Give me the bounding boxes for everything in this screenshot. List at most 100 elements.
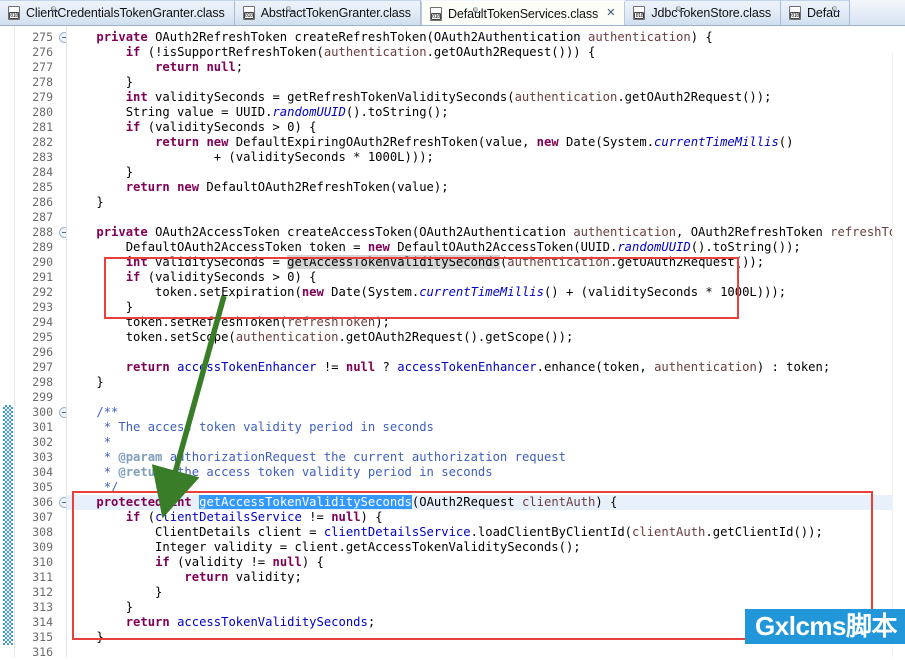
- code-line[interactable]: *: [67, 435, 111, 450]
- line-number: 307: [32, 510, 53, 524]
- code-line[interactable]: }: [67, 600, 133, 615]
- code-line[interactable]: Integer validity = client.getAccessToken…: [67, 540, 581, 555]
- line-number: 310: [32, 555, 53, 569]
- editor-tab-label: DefaultTokenServices.class: [447, 6, 599, 21]
- line-number-gutter: 275 276 277 278 279 280 281 282 283 284 285 286 287 2…: [15, 26, 70, 660]
- line-number: 289: [32, 240, 53, 254]
- editor-tab-4[interactable]: 010 Defau: [781, 0, 850, 25]
- code-line[interactable]: return validity;: [67, 570, 301, 585]
- code-line[interactable]: int validitySeconds = getRefreshTokenVal…: [67, 90, 772, 105]
- class-file-icon: 010: [788, 6, 840, 20]
- line-number: 296: [32, 345, 53, 359]
- code-line[interactable]: ClientDetails client = clientDetailsServ…: [67, 525, 823, 540]
- line-number: 286: [32, 195, 53, 209]
- line-number: 291: [32, 270, 53, 284]
- code-line[interactable]: DefaultOAuth2AccessToken token = new Def…: [67, 240, 801, 255]
- class-file-icon: 010: [242, 6, 294, 20]
- overview-ruler[interactable]: [892, 52, 905, 660]
- line-number: 284: [32, 165, 53, 179]
- code-line[interactable]: return null;: [67, 60, 243, 75]
- code-line[interactable]: */: [67, 480, 119, 495]
- code-line[interactable]: token.setExpiration(new Date(System.curr…: [67, 285, 786, 300]
- line-number: 301: [32, 420, 53, 434]
- line-number: 281: [32, 120, 53, 134]
- line-number: 276: [32, 45, 53, 59]
- line-number: 315: [32, 630, 53, 644]
- editor-tab-bar: 010 ClientCredentialsTokenGranter.class 01…: [0, 0, 905, 26]
- line-number: 292: [32, 285, 53, 299]
- code-line[interactable]: }: [67, 300, 133, 315]
- site-watermark: Gxlcms脚本: [745, 609, 905, 644]
- code-line[interactable]: }: [67, 630, 103, 645]
- code-text-area[interactable]: private OAuth2RefreshToken createRefresh…: [67, 26, 905, 660]
- line-number: 293: [32, 300, 53, 314]
- editor-tab-1[interactable]: 010 AbstractTokenGranter.class: [234, 0, 421, 25]
- editor-tab-0[interactable]: 010 ClientCredentialsTokenGranter.class: [0, 0, 235, 25]
- class-file-icon: 010: [429, 6, 481, 21]
- code-line[interactable]: token.setScope(authentication.getOAuth2R…: [67, 330, 574, 345]
- line-number: 308: [32, 525, 53, 539]
- line-number: 285: [32, 180, 53, 194]
- code-line[interactable]: }: [67, 375, 103, 390]
- code-line[interactable]: if (validity != null) {: [67, 555, 324, 570]
- code-line[interactable]: }: [67, 165, 133, 180]
- line-number: 314: [32, 615, 53, 629]
- line-number: 288: [32, 225, 53, 239]
- code-line[interactable]: * @return the access token validity peri…: [67, 465, 493, 480]
- java-code-editor[interactable]: 275 276 277 278 279 280 281 282 283 284 285 286 287 2…: [0, 26, 905, 660]
- line-number: 282: [32, 135, 53, 149]
- line-number: 297: [32, 360, 53, 374]
- change-bar-indicator: [3, 405, 13, 645]
- eclipse-editor-window: 010 ClientCredentialsTokenGranter.class 01…: [0, 0, 905, 660]
- line-number: 294: [32, 315, 53, 329]
- code-line[interactable]: return new DefaultExpiringOAuth2RefreshT…: [67, 135, 793, 150]
- class-file-icon: 010: [7, 6, 59, 20]
- code-line[interactable]: return accessTokenEnhancer != null ? acc…: [67, 360, 831, 375]
- line-number: 275: [32, 30, 53, 44]
- code-line[interactable]: token.setRefreshToken(refreshToken);: [67, 315, 390, 330]
- line-number: 313: [32, 600, 53, 614]
- line-number: 279: [32, 90, 53, 104]
- class-file-icon: 010: [632, 6, 685, 20]
- line-number: 295: [32, 330, 53, 344]
- editor-tab-2[interactable]: 010 DefaultTokenServices.class ✕: [420, 1, 626, 25]
- code-line[interactable]: int validitySeconds = getAccessTokenVali…: [67, 255, 764, 270]
- code-line[interactable]: private OAuth2RefreshToken createRefresh…: [67, 30, 712, 45]
- line-number: 309: [32, 540, 53, 554]
- code-line[interactable]: }: [67, 195, 103, 210]
- code-line[interactable]: if (clientDetailsService != null) {: [67, 510, 383, 525]
- code-line[interactable]: protected int getAccessTokenValiditySeco…: [67, 495, 617, 510]
- line-number: 299: [32, 390, 53, 404]
- code-line[interactable]: if (validitySeconds > 0) {: [67, 270, 317, 285]
- line-number: 302: [32, 435, 53, 449]
- code-line[interactable]: private OAuth2AccessToken createAccessTo…: [67, 225, 905, 240]
- line-number: 287: [32, 210, 53, 224]
- code-line[interactable]: if (!isSupportRefreshToken(authenticatio…: [67, 45, 596, 60]
- line-number: 306: [32, 495, 53, 509]
- line-number: 305: [32, 480, 53, 494]
- line-number: 303: [32, 450, 53, 464]
- line-number: 277: [32, 60, 53, 74]
- code-line[interactable]: return new DefaultOAuth2RefreshToken(val…: [67, 180, 449, 195]
- line-number: 278: [32, 75, 53, 89]
- line-number: 312: [32, 585, 53, 599]
- code-line[interactable]: /**: [67, 405, 118, 420]
- line-number: 311: [32, 570, 53, 584]
- line-number: 300: [32, 405, 53, 419]
- line-number: 280: [32, 105, 53, 119]
- editor-tab-label: JdbcTokenStore.class: [651, 6, 771, 20]
- editor-tab-label: AbstractTokenGranter.class: [260, 6, 411, 20]
- editor-tab-3[interactable]: 010 JdbcTokenStore.class: [625, 0, 781, 25]
- line-number: 304: [32, 465, 53, 479]
- code-line[interactable]: return accessTokenValiditySeconds;: [67, 615, 376, 630]
- code-line[interactable]: + (validitySeconds * 1000L)));: [67, 150, 434, 165]
- line-number: 290: [32, 255, 53, 269]
- code-line[interactable]: if (validitySeconds > 0) {: [67, 120, 317, 135]
- line-number: 283: [32, 150, 53, 164]
- tab-close-icon[interactable]: ✕: [606, 8, 615, 19]
- code-line[interactable]: }: [67, 585, 162, 600]
- code-line[interactable]: String value = UUID.randomUUID().toStrin…: [67, 105, 449, 120]
- code-line[interactable]: * The access token validity period in se…: [67, 420, 434, 435]
- code-line[interactable]: * @param authorizationRequest the curren…: [67, 450, 566, 465]
- code-line[interactable]: }: [67, 75, 133, 90]
